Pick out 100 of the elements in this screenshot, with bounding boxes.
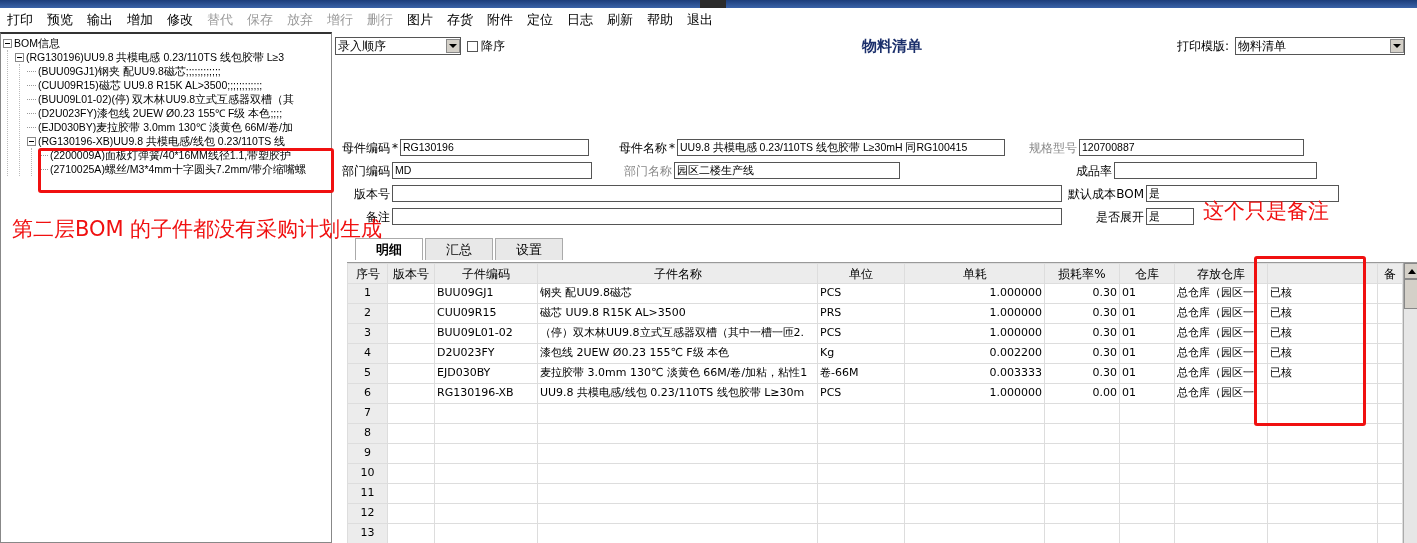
table-cell: 0.30 [1044,343,1120,364]
column-header: 仓库 [1119,263,1175,284]
table-cell: 0.30 [1044,323,1120,344]
table-cell: RG130196-XB [434,383,538,404]
table-cell: 01 [1119,383,1175,404]
row-number: 6 [347,383,388,404]
row-number: 3 [347,323,388,344]
field-label: 母件编码 [341,139,390,157]
column-header: 序号 [347,263,388,284]
table-cell: PCS [817,323,905,344]
tree-item[interactable]: (D2U023FY)漆包线 2UEW Ø0.23 155℃ F级 本色;;;; [38,106,283,120]
field-label: 是否展开 [1095,208,1144,226]
table-cell: 1.000000 [904,383,1045,404]
input-field[interactable]: MD [392,162,592,179]
tree-item[interactable]: (2710025A)螺丝/M3*4mm十字圆头7.2mm/带介缩嘴螺 [50,162,306,176]
checkbox[interactable] [467,40,478,52]
tree-item[interactable]: (RG130196-XB)UU9.8 共模电感/线包 0.23/110TS 线 [38,134,286,148]
input-field[interactable]: 是 [1146,208,1194,225]
tree-item[interactable]: (CUU09R15)磁芯 UU9.8 R15K AL>3500;;;;;;;;;;;; [38,78,263,92]
table-cell: 01 [1119,303,1175,324]
table-cell: 0.00 [1044,383,1120,404]
input-field[interactable]: UU9.8 共模电感 0.23/110TS 线包胶带 L≥30mH 同RG100415 [677,139,1005,156]
table-cell: BUU09GJ1 [434,283,538,304]
input-field[interactable] [392,208,1062,225]
tab[interactable]: 明细 [355,238,423,260]
table-cell: 漆包线 2UEW Ø0.23 155℃ F级 本色 [537,343,818,364]
tree-item[interactable]: (EJD030BY)麦拉胶带 3.0mm 130℃ 淡黄色 66M/卷/加 [38,120,293,134]
field-label: 部门编码 [341,162,390,180]
table-cell: 0.30 [1044,363,1120,384]
field-label: 母件名称 [618,139,667,157]
collapse-icon[interactable] [27,136,36,146]
table-cell: 01 [1119,363,1175,384]
table-cell: 0.003333 [904,363,1045,384]
annotation-text: 这个只是备注 [1203,201,1329,222]
table-cell: 0.002200 [904,343,1045,364]
table-cell: Kg [817,343,905,364]
table-cell: BUU09L01-02 [434,323,538,344]
row-number: 9 [347,443,388,464]
column-header: 备 [1377,263,1403,284]
table-cell: 麦拉胶带 3.0mm 130℃ 淡黄色 66M/卷/加粘，粘性1 [537,363,818,384]
table-cell: 01 [1119,343,1175,364]
column-header: 子件名称 [537,263,818,284]
tree-item[interactable]: BOM信息 [14,36,60,50]
tab[interactable]: 汇总 [425,238,493,260]
table-cell: 总仓库（园区一 [1174,323,1268,344]
tab[interactable]: 设置 [495,238,563,260]
row-number: 13 [347,523,388,543]
table-cell: （停）双木林UU9.8立式互感器双槽（其中一槽一匝2. [537,323,818,344]
table-cell: 1.000000 [904,303,1045,324]
input-field[interactable] [392,185,1062,202]
input-field[interactable] [1114,162,1317,179]
field-label: 部门名称 [623,162,672,180]
column-header: 版本号 [387,263,435,284]
row-number: 8 [347,423,388,444]
table-cell: UU9.8 共模电感/线包 0.23/110TS 线包胶带 L≥30m [537,383,818,404]
column-header: 存放仓库 [1174,263,1268,284]
collapse-icon[interactable] [15,52,24,62]
tree-item[interactable]: (BUU09L01-02)(停) 双木林UU9.8立式互感器双槽（其 [38,92,295,106]
column-header: 子件编码 [434,263,538,284]
table-cell: D2U023FY [434,343,538,364]
sort-select[interactable]: 录入顺序 [335,37,461,55]
table-cell: 01 [1119,323,1175,344]
template-select[interactable]: 物料清单 [1235,37,1406,55]
tree-item[interactable]: (RG130196)UU9.8 共模电感 0.23/110TS 线包胶带 L≥3 [26,50,285,64]
table-cell: 磁芯 UU9.8 R15K AL>3500 [537,303,818,324]
table-cell: 0.30 [1044,283,1120,304]
row-number: 7 [347,403,388,424]
field-label: 版本号 [353,185,390,203]
table-cell: 1.000000 [904,323,1045,344]
tree-item[interactable]: (BUU09GJ1)钢夹 配UU9.8磁芯;;;;;;;;;;;; [38,64,221,78]
table-cell: PRS [817,303,905,324]
row-number: 10 [347,463,388,484]
row-number: 12 [347,503,388,524]
table-cell: 已核 [1267,283,1378,304]
input-field[interactable]: RG130196 [400,139,589,156]
table-cell: EJD030BY [434,363,538,384]
checkbox-label: 降序 [481,38,505,55]
table-cell: 钢夹 配UU9.8磁芯 [537,283,818,304]
column-header: 损耗率% [1044,263,1120,284]
column-header: 单位 [817,263,905,284]
scroll-thumb[interactable] [1404,279,1417,309]
table-cell: 总仓库（园区一 [1174,343,1268,364]
required-mark: * [668,139,676,157]
table-cell: 卷-66M [817,363,905,384]
table-cell: 已核 [1267,323,1378,344]
field-label: 规格型号 [1028,139,1077,157]
table-cell: 总仓库（园区一 [1174,303,1268,324]
column-header: 单耗 [904,263,1045,284]
scroll-up-button[interactable] [1404,263,1417,279]
row-number: 5 [347,363,388,384]
required-mark: * [391,139,399,157]
table-cell: 总仓库（园区一 [1174,363,1268,384]
table-cell: PCS [817,283,905,304]
page-title: 物料清单 [862,35,922,57]
collapse-icon[interactable] [3,38,12,48]
row-number: 2 [347,303,388,324]
row-number: 4 [347,343,388,364]
table-cell: 已核 [1267,343,1378,364]
table-cell: 1.000000 [904,283,1045,304]
table-cell: 已核 [1267,303,1378,324]
